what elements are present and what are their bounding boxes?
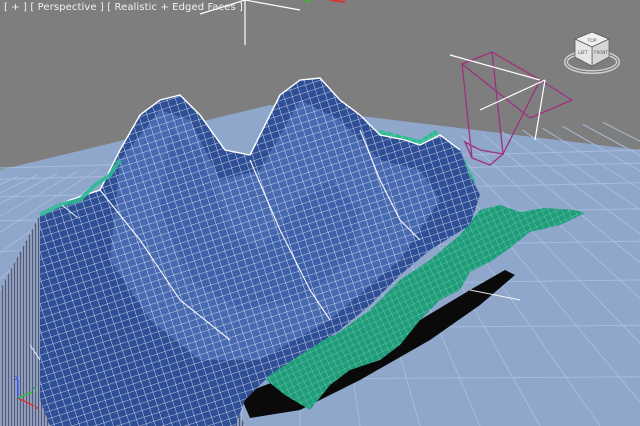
axis-z-label: z bbox=[15, 374, 19, 382]
perspective-viewport[interactable]: [ + ] [ Perspective ] [ Realistic + Edge… bbox=[0, 0, 640, 426]
viewport-view-menu[interactable]: [ Perspective ] bbox=[30, 2, 104, 13]
viewport-label: [ + ] [ Perspective ] [ Realistic + Edge… bbox=[4, 2, 243, 13]
viewcube-top-label: TOP bbox=[586, 38, 596, 44]
axis-x-label: x bbox=[35, 404, 39, 412]
axis-x-line bbox=[17, 397, 35, 407]
axis-y-line bbox=[17, 391, 33, 399]
viewcube[interactable]: TOP FRONT LEFT bbox=[562, 26, 624, 78]
viewport-shading-menu[interactable]: [ Realistic + Edged Faces ] bbox=[107, 2, 243, 13]
axis-y-label: y bbox=[33, 385, 37, 393]
viewport-scene[interactable] bbox=[0, 0, 640, 426]
viewcube-left-label: LEFT bbox=[578, 50, 588, 55]
axis-tripod: z x y bbox=[15, 374, 39, 412]
viewport-plus-menu[interactable]: [ + ] bbox=[4, 2, 27, 13]
viewcube-front-label: FRONT bbox=[594, 50, 608, 55]
